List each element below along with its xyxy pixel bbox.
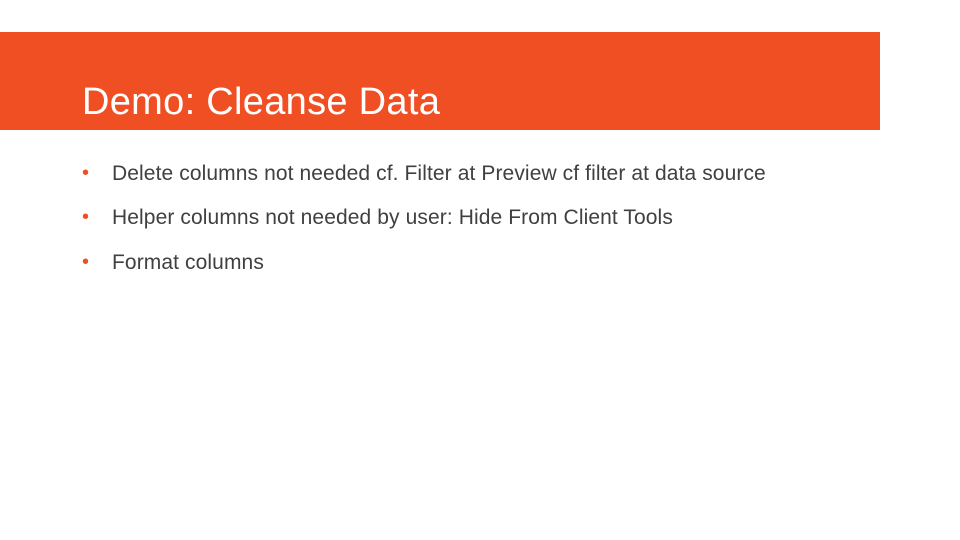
- slide: Demo: Cleanse Data • Delete columns not …: [0, 0, 960, 540]
- bullet-text: Helper columns not needed by user: Hide …: [112, 204, 673, 232]
- bullet-icon: •: [82, 249, 112, 276]
- slide-title: Demo: Cleanse Data: [82, 81, 440, 124]
- bullet-icon: •: [82, 204, 112, 231]
- bullet-text: Delete columns not needed cf. Filter at …: [112, 160, 766, 188]
- bullet-list: • Delete columns not needed cf. Filter a…: [82, 160, 882, 293]
- list-item: • Delete columns not needed cf. Filter a…: [82, 160, 882, 188]
- list-item: • Format columns: [82, 249, 882, 277]
- list-item: • Helper columns not needed by user: Hid…: [82, 204, 882, 232]
- bullet-text: Format columns: [112, 249, 264, 277]
- title-banner: Demo: Cleanse Data: [0, 32, 880, 130]
- bullet-icon: •: [82, 160, 112, 187]
